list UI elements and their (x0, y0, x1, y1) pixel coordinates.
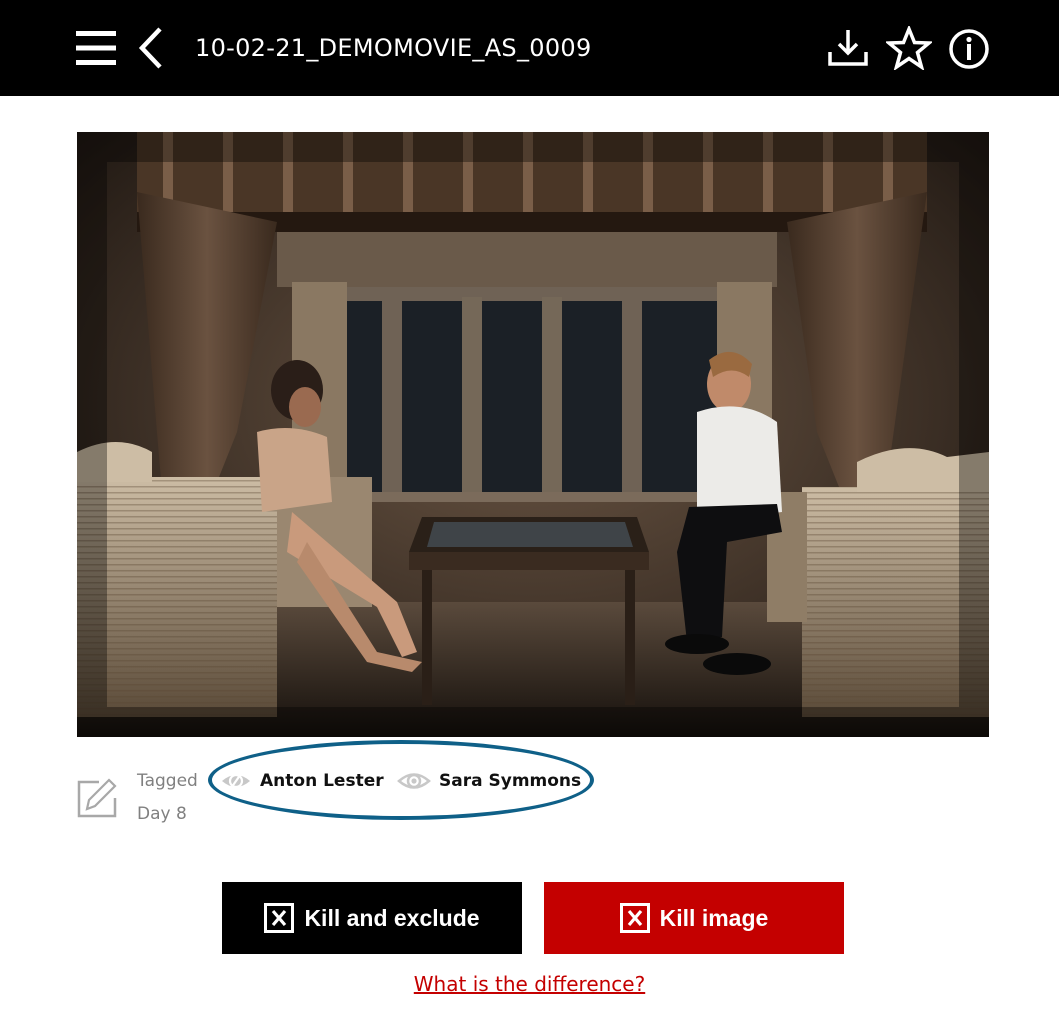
info-button[interactable] (947, 27, 991, 71)
tag-person-sara-symmons[interactable]: Sara Symmons (397, 768, 581, 794)
kill-image-button[interactable]: Kill image (544, 882, 844, 954)
film-still-image[interactable] (77, 132, 989, 737)
pencil-edit-icon (77, 778, 117, 818)
eye-slash-icon (222, 770, 250, 792)
close-box-icon (264, 903, 295, 933)
download-button[interactable] (826, 28, 870, 68)
eye-icon (397, 773, 431, 789)
tag-name: Sara Symmons (439, 771, 582, 791)
shoot-day-label: Day 8 (137, 804, 187, 824)
info-circle-icon (949, 29, 989, 69)
edit-metadata-button[interactable] (77, 776, 117, 818)
tag-person-anton-lester[interactable]: Anton Lester (220, 768, 384, 794)
back-button[interactable] (136, 26, 166, 70)
photo-illustration (77, 132, 989, 737)
kill-and-exclude-button[interactable]: Kill and exclude (222, 882, 522, 954)
close-box-icon (619, 903, 650, 933)
favorite-button[interactable] (884, 24, 934, 72)
difference-link-container: What is the difference? (0, 972, 1059, 996)
kill-image-label: Kill image (659, 904, 769, 931)
chevron-left-icon (138, 27, 162, 69)
top-bar: 10-02-21_DEMOMOVIE_AS_0009 (0, 0, 1059, 96)
tag-name: Anton Lester (260, 771, 384, 791)
page-title: 10-02-21_DEMOMOVIE_AS_0009 (195, 34, 592, 62)
menu-button[interactable] (76, 28, 118, 68)
kill-and-exclude-label: Kill and exclude (304, 904, 480, 931)
star-outline-icon (884, 24, 934, 72)
what-is-the-difference-link[interactable]: What is the difference? (414, 972, 645, 996)
download-icon (828, 30, 868, 66)
hamburger-menu-icon (76, 31, 116, 65)
tagged-label: Tagged (137, 771, 198, 791)
